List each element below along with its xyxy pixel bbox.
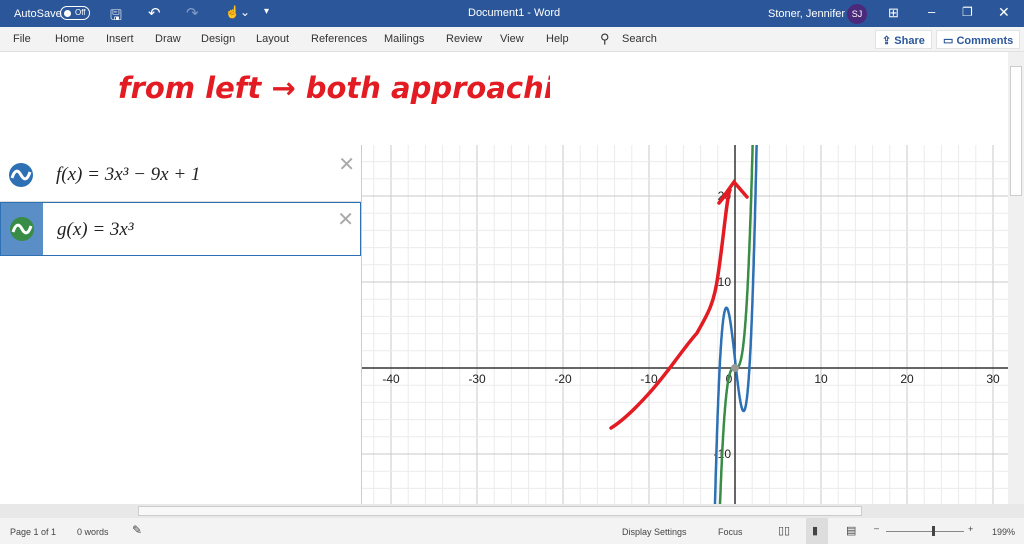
search-box[interactable]: Search bbox=[622, 33, 657, 45]
tab-insert[interactable]: Insert bbox=[106, 33, 134, 45]
autosave-label: AutoSave bbox=[14, 8, 62, 20]
comments-label: Comments bbox=[956, 35, 1014, 47]
tab-file[interactable]: File bbox=[13, 33, 31, 45]
share-button[interactable]: ⇪ Share bbox=[875, 30, 932, 49]
tab-references[interactable]: References bbox=[311, 33, 367, 45]
expression-f[interactable]: f(x) = 3x³ − 9x + 1 ✕ bbox=[0, 148, 361, 202]
search-icon[interactable]: ⚲ bbox=[600, 31, 610, 47]
origin-point bbox=[731, 364, 739, 372]
zoom-level[interactable]: 199% bbox=[992, 527, 1015, 537]
tab-design[interactable]: Design bbox=[201, 33, 235, 45]
document-title: Document1 - Word bbox=[468, 7, 561, 19]
wave-icon[interactable] bbox=[1, 203, 43, 255]
graph-canvas[interactable]: -40 -30 -20 -10 0 10 20 302010-10 bbox=[362, 145, 1008, 504]
restore-icon[interactable]: ❐ bbox=[962, 5, 973, 19]
wave-icon[interactable] bbox=[0, 148, 42, 201]
close-icon[interactable]: ✕ bbox=[998, 4, 1010, 21]
delete-icon[interactable]: ✕ bbox=[337, 207, 354, 232]
vertical-scrollbar[interactable] bbox=[1008, 52, 1024, 504]
zoom-out-icon[interactable]: – bbox=[874, 523, 879, 533]
x-tick-label: 30 bbox=[986, 372, 1000, 386]
ribbon-tabs: File Home Insert Draw Design Layout Refe… bbox=[0, 27, 1024, 52]
share-label: Share bbox=[894, 35, 925, 47]
x-tick-label: 20 bbox=[900, 372, 914, 386]
tab-home[interactable]: Home bbox=[55, 33, 84, 45]
tab-help[interactable]: Help bbox=[546, 33, 569, 45]
tab-layout[interactable]: Layout bbox=[256, 33, 289, 45]
tab-review[interactable]: Review bbox=[446, 33, 482, 45]
word-count[interactable]: 0 words bbox=[77, 527, 109, 537]
tab-draw[interactable]: Draw bbox=[155, 33, 181, 45]
x-tick-label: -20 bbox=[554, 372, 572, 386]
expression-g[interactable]: g(x) = 3x³ ✕ bbox=[0, 202, 361, 256]
autosave-toggle[interactable]: Off bbox=[60, 6, 90, 20]
handwriting-text: from left → both approaching bbox=[118, 71, 550, 105]
page-count[interactable]: Page 1 of 1 bbox=[10, 527, 56, 537]
user-name[interactable]: Stoner, Jennifer L bbox=[768, 8, 854, 20]
x-tick-label: 10 bbox=[814, 372, 828, 386]
touch-mode-icon[interactable]: ☝⌄ bbox=[225, 5, 250, 19]
status-bar: Page 1 of 1 0 words ✎ Display Settings F… bbox=[0, 518, 1024, 544]
delete-icon[interactable]: ✕ bbox=[338, 152, 355, 177]
zoom-slider[interactable] bbox=[886, 526, 964, 536]
avatar[interactable]: SJ bbox=[847, 4, 867, 24]
display-settings[interactable]: Display Settings bbox=[622, 527, 687, 537]
print-layout-icon[interactable]: ▮ bbox=[806, 518, 828, 544]
customize-icon[interactable]: ▾ bbox=[264, 6, 269, 17]
save-icon[interactable]: 🖫 bbox=[110, 5, 122, 29]
zoom-in-icon[interactable]: + bbox=[968, 524, 973, 534]
expression-g-text[interactable]: g(x) = 3x³ bbox=[57, 219, 134, 241]
focus-button[interactable]: Focus bbox=[718, 527, 743, 537]
read-mode-icon[interactable]: ▯▯ bbox=[778, 524, 790, 537]
comment-icon: ▭ bbox=[943, 35, 957, 47]
ribbon-display-icon[interactable]: ⊞ bbox=[888, 5, 899, 21]
minimize-icon[interactable]: – bbox=[928, 4, 935, 19]
x-tick-label: -30 bbox=[468, 372, 486, 386]
handwritten-note: from left → both approaching bbox=[118, 71, 550, 105]
proofing-icon[interactable]: ✎ bbox=[132, 523, 142, 537]
expression-list: f(x) = 3x³ − 9x + 1 ✕ g(x) = 3x³ ✕ bbox=[0, 145, 362, 505]
redo-icon[interactable]: ↷ bbox=[186, 4, 199, 22]
comments-button[interactable]: ▭ Comments bbox=[936, 30, 1021, 49]
horizontal-scrollbar[interactable] bbox=[0, 504, 1024, 518]
share-icon: ⇪ bbox=[882, 35, 895, 47]
title-bar: AutoSave Off 🖫 ↶ ↷ ☝⌄ ▾ Document1 - Word… bbox=[0, 0, 1024, 27]
expression-f-text[interactable]: f(x) = 3x³ − 9x + 1 bbox=[56, 164, 200, 186]
web-layout-icon[interactable]: ▤ bbox=[846, 524, 856, 537]
x-tick-label: -40 bbox=[382, 372, 400, 386]
y-tick-label: 10 bbox=[718, 275, 732, 289]
tab-mailings[interactable]: Mailings bbox=[384, 33, 424, 45]
tab-view[interactable]: View bbox=[500, 33, 524, 45]
undo-icon[interactable]: ↶ bbox=[148, 4, 161, 22]
